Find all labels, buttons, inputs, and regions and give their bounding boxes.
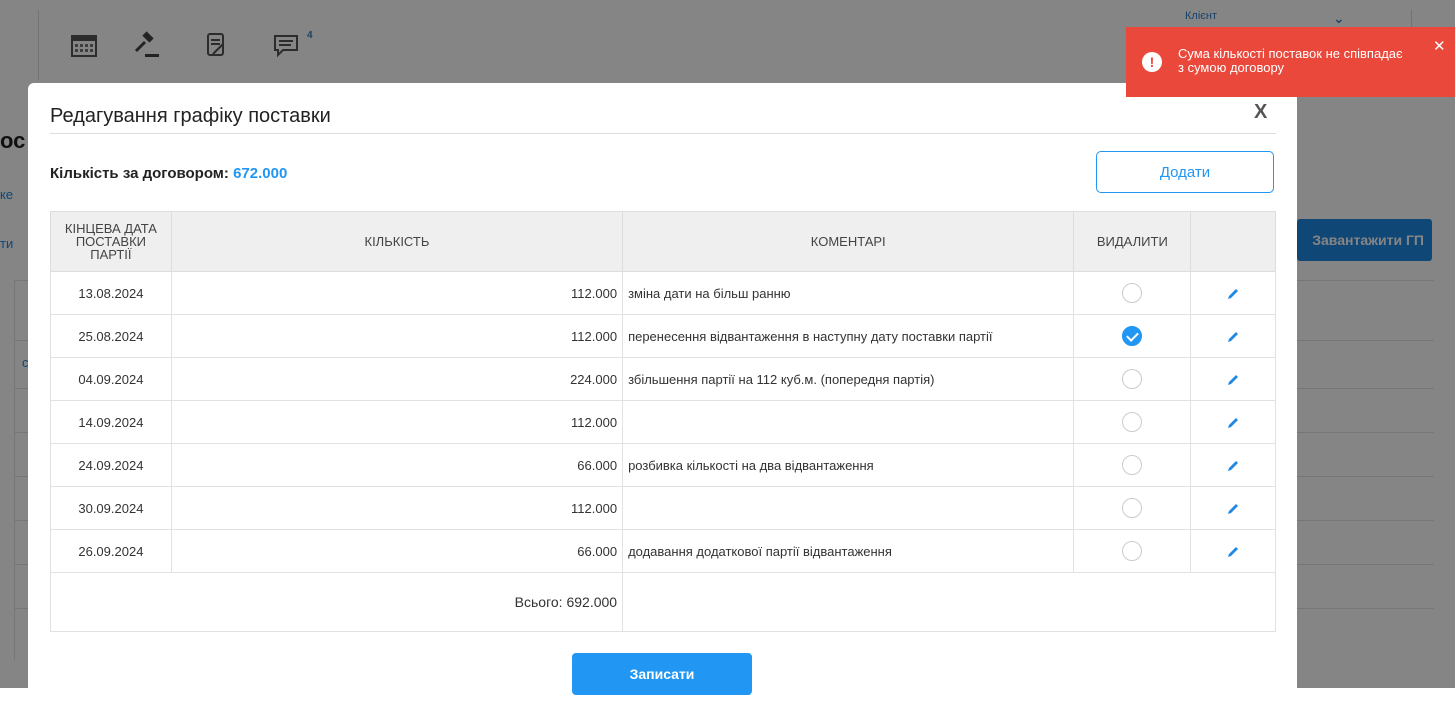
delete-checkbox[interactable] (1122, 369, 1143, 389)
pencil-icon[interactable] (1226, 459, 1240, 473)
toast-message: Сума кількості поставок не співпадає з с… (1178, 46, 1403, 75)
column-header-date: Кінцева дата поставки партії (50, 211, 172, 272)
pencil-icon[interactable] (1226, 416, 1240, 430)
table-header-row: Кінцева дата поставки партії Кількість К… (50, 211, 1276, 272)
exclamation-icon: ! (1142, 52, 1162, 72)
row-delete-cell (1073, 400, 1192, 444)
column-header-edit (1190, 211, 1276, 272)
row-quantity: 112.000 (170, 486, 624, 530)
pencil-icon[interactable] (1226, 545, 1240, 559)
row-quantity: 66.000 (170, 529, 624, 573)
delete-checkbox[interactable] (1122, 412, 1143, 432)
title-divider (50, 133, 1276, 134)
edit-delivery-schedule-modal: Редагування графіку поставки X Кількість… (28, 83, 1297, 703)
delete-checkbox[interactable] (1122, 498, 1143, 518)
row-delete-cell (1073, 529, 1192, 573)
row-comment (622, 486, 1075, 530)
column-header-delete: Видалити (1073, 211, 1192, 272)
total-row: Всього: 692.000 (49, 572, 1276, 632)
save-button[interactable]: Записати (572, 653, 752, 695)
row-edit-cell (1190, 357, 1276, 401)
contract-quantity-value: 672.000 (233, 165, 288, 182)
row-edit-cell (1190, 271, 1276, 315)
toast-close-icon[interactable]: ✕ (1433, 37, 1446, 55)
total-filler (622, 572, 1276, 632)
row-quantity: 112.000 (170, 314, 624, 358)
row-edit-cell (1190, 400, 1276, 444)
row-date: 13.08.2024 (50, 271, 172, 315)
row-comment (622, 400, 1075, 444)
add-button[interactable]: Додати (1096, 151, 1274, 193)
row-comment: додавання додаткової партії відвантаженн… (622, 529, 1075, 573)
row-edit-cell (1190, 529, 1276, 573)
delete-checkbox[interactable] (1122, 283, 1143, 303)
pencil-icon[interactable] (1226, 330, 1240, 344)
row-comment: перенесення відвантаження в наступну дат… (622, 314, 1075, 358)
column-header-quantity: Кількість (170, 211, 624, 272)
close-button[interactable]: X (1254, 101, 1267, 124)
error-toast: ! Сума кількості поставок не співпадає з… (1126, 27, 1455, 97)
table-row: 26.09.2024 66.000 додавання додаткової пар… (50, 529, 1276, 573)
row-comment: розбивка кількості на два відвантаження (622, 443, 1075, 487)
row-date: 24.09.2024 (50, 443, 172, 487)
row-quantity: 112.000 (170, 271, 624, 315)
delete-checkbox[interactable] (1122, 455, 1143, 475)
row-quantity: 66.000 (170, 443, 624, 487)
row-delete-cell (1073, 314, 1192, 358)
row-quantity: 112.000 (170, 400, 624, 444)
delete-checkbox[interactable] (1122, 541, 1143, 561)
modal-title: Редагування графіку поставки (50, 105, 331, 127)
table-row: 30.09.2024 112.000 (50, 486, 1276, 530)
delete-checkbox[interactable] (1122, 326, 1143, 346)
row-date: 26.09.2024 (50, 529, 172, 573)
row-comment: збільшення партії на 112 куб.м. (поперед… (622, 357, 1075, 401)
row-date: 30.09.2024 (50, 486, 172, 530)
row-delete-cell (1073, 271, 1192, 315)
row-comment: зміна дати на більш ранню (622, 271, 1075, 315)
row-edit-cell (1190, 314, 1276, 358)
row-date: 04.09.2024 (50, 357, 172, 401)
row-date: 25.08.2024 (50, 314, 172, 358)
pencil-icon[interactable] (1226, 287, 1240, 301)
row-edit-cell (1190, 443, 1276, 487)
table-row: 24.09.2024 66.000 розбивка кількості на дв… (50, 443, 1276, 487)
table-row: 13.08.2024 112.000 зміна дати на більш ран… (50, 271, 1276, 315)
table-row: 04.09.2024 224.000 збільшення партії на 11… (50, 357, 1276, 401)
delivery-schedule-table: Кінцева дата поставки партії Кількість К… (49, 211, 1276, 632)
table-row: 25.08.2024 112.000 перенесення відвантажен… (50, 314, 1276, 358)
row-delete-cell (1073, 357, 1192, 401)
contract-quantity: Кількість за договором: 672.000 (50, 165, 287, 182)
row-delete-cell (1073, 486, 1192, 530)
row-quantity: 224.000 (170, 357, 624, 401)
total-value: Всього: 692.000 (49, 572, 624, 632)
row-edit-cell (1190, 486, 1276, 530)
column-header-comments: Коментарі (622, 211, 1075, 272)
pencil-icon[interactable] (1226, 502, 1240, 516)
row-delete-cell (1073, 443, 1192, 487)
contract-quantity-label: Кількість за договором: (50, 165, 229, 182)
pencil-icon[interactable] (1226, 373, 1240, 387)
row-date: 14.09.2024 (50, 400, 172, 444)
table-row: 14.09.2024 112.000 (50, 400, 1276, 444)
